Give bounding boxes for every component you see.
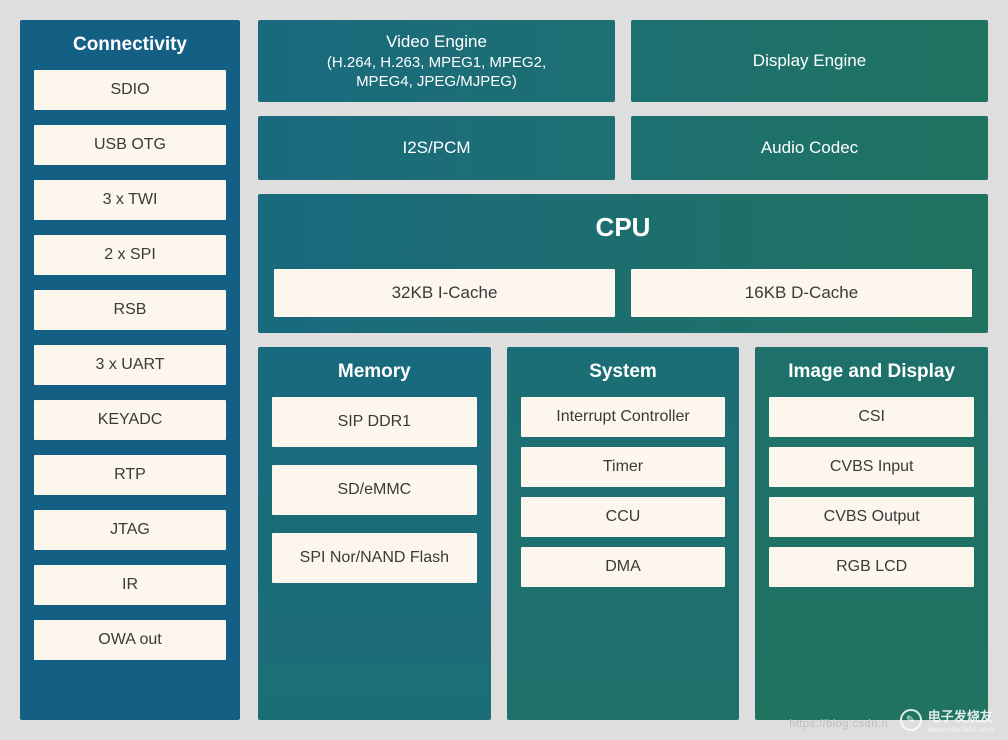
connectivity-item: 3 x UART — [34, 345, 226, 385]
connectivity-item: RTP — [34, 455, 226, 495]
memory-item: SIP DDR1 — [272, 397, 477, 447]
video-engine-detail: MPEG4, JPEG/MJPEG) — [356, 73, 517, 90]
system-item: Timer — [521, 447, 726, 487]
video-engine-tile: Video Engine (H.264, H.263, MPEG1, MPEG2… — [258, 20, 615, 102]
watermark-url: https://blog.csdn.n — [789, 718, 888, 730]
connectivity-item: IR — [34, 565, 226, 605]
memory-item: SD/eMMC — [272, 465, 477, 515]
watermark: ✎ 电子发烧友 www.elecfans.com — [900, 706, 994, 734]
cpu-dcache: 16KB D-Cache — [631, 269, 972, 317]
memory-title: Memory — [272, 361, 477, 383]
image-display-panel: Image and Display CSI CVBS Input CVBS Ou… — [755, 347, 988, 720]
connectivity-item: KEYADC — [34, 400, 226, 440]
video-engine-title: Video Engine — [386, 32, 487, 52]
connectivity-item: JTAG — [34, 510, 226, 550]
connectivity-item: SDIO — [34, 70, 226, 110]
connectivity-item: 3 x TWI — [34, 180, 226, 220]
audio-codec-label: Audio Codec — [761, 138, 858, 158]
memory-panel: Memory SIP DDR1 SD/eMMC SPI Nor/NAND Fla… — [258, 347, 491, 720]
cpu-block: CPU 32KB I-Cache 16KB D-Cache — [258, 194, 988, 333]
i2s-pcm-label: I2S/PCM — [402, 138, 470, 158]
image-display-item: CVBS Output — [769, 497, 974, 537]
cpu-title: CPU — [274, 212, 972, 243]
connectivity-item: OWA out — [34, 620, 226, 660]
watermark-text: 电子发烧友 — [928, 706, 994, 725]
video-engine-detail: (H.264, H.263, MPEG1, MPEG2, — [327, 54, 546, 71]
system-title: System — [521, 361, 726, 383]
cpu-icache: 32KB I-Cache — [274, 269, 615, 317]
connectivity-item: 2 x SPI — [34, 235, 226, 275]
audio-codec-tile: Audio Codec — [631, 116, 988, 180]
image-display-item: CVBS Input — [769, 447, 974, 487]
image-display-item: CSI — [769, 397, 974, 437]
system-item: DMA — [521, 547, 726, 587]
image-display-title: Image and Display — [769, 361, 974, 383]
system-item: Interrupt Controller — [521, 397, 726, 437]
watermark-icon: ✎ — [900, 709, 922, 731]
display-engine-tile: Display Engine — [631, 20, 988, 102]
connectivity-item: USB OTG — [34, 125, 226, 165]
system-item: CCU — [521, 497, 726, 537]
watermark-sub: www.elecfans.com — [928, 725, 994, 734]
connectivity-item: RSB — [34, 290, 226, 330]
connectivity-title: Connectivity — [34, 34, 226, 56]
memory-item: SPI Nor/NAND Flash — [272, 533, 477, 583]
display-engine-label: Display Engine — [753, 51, 866, 71]
i2s-pcm-tile: I2S/PCM — [258, 116, 615, 180]
system-panel: System Interrupt Controller Timer CCU DM… — [507, 347, 740, 720]
connectivity-panel: Connectivity SDIO USB OTG 3 x TWI 2 x SP… — [20, 20, 240, 720]
image-display-item: RGB LCD — [769, 547, 974, 587]
